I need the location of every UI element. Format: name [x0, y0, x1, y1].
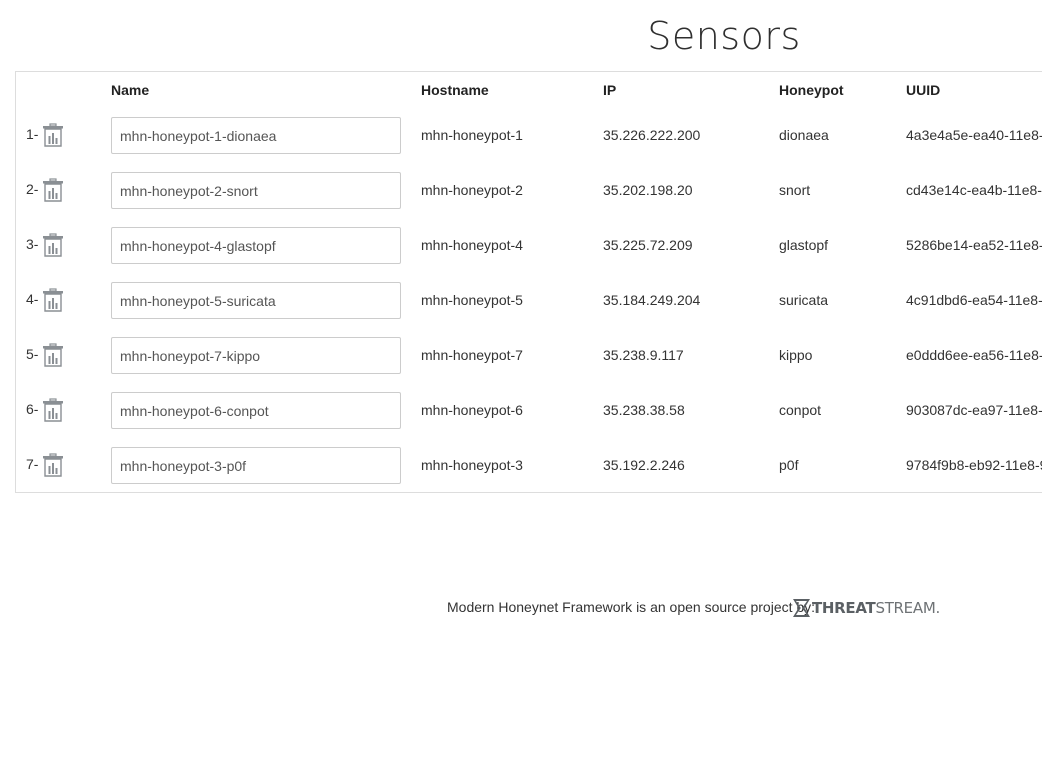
honeypot-cell: glastopf	[779, 237, 829, 253]
uuid-cell: 903087dc-ea97-11e8-	[906, 402, 1042, 418]
table-header: Name Hostname IP Honeypot UUID	[16, 72, 1042, 108]
threatstream-x-icon	[793, 599, 810, 617]
sensors-table: Name Hostname IP Honeypot UUID 1- mhn-hon…	[15, 71, 1042, 493]
hostname-cell: mhn-honeypot-3	[421, 457, 523, 473]
uuid-cell: 9784f9b8-eb92-11e8-9	[906, 457, 1042, 473]
hostname-cell: mhn-honeypot-7	[421, 347, 523, 363]
ip-cell: 35.202.198.20	[603, 182, 693, 198]
trash-icon[interactable]	[42, 233, 64, 257]
table-row: 7- mhn-honeypot-3 35.192.2.246 p0f 9784f9b8-…	[16, 447, 1042, 492]
row-index: 5-	[26, 346, 39, 362]
sensor-name-input[interactable]	[111, 172, 401, 209]
page-title: Sensors	[647, 14, 801, 58]
honeypot-cell: snort	[779, 182, 811, 198]
row-index: 2-	[26, 181, 39, 197]
ip-cell: 35.225.72.209	[603, 237, 693, 253]
logo-light-text: STREAM.	[875, 599, 940, 617]
threatstream-wordmark: THREATSTREAM.	[812, 599, 940, 617]
header-ip: IP	[603, 82, 617, 98]
row-index: 7-	[26, 456, 39, 472]
uuid-cell: 5286be14-ea52-11e8-	[906, 237, 1042, 253]
trash-icon[interactable]	[42, 178, 64, 202]
uuid-cell: cd43e14c-ea4b-11e8-	[906, 182, 1042, 198]
header-honeypot: Honeypot	[779, 82, 844, 98]
ip-cell: 35.238.9.117	[603, 347, 684, 363]
row-index: 6-	[26, 401, 39, 417]
uuid-cell: e0ddd6ee-ea56-11e8-	[906, 347, 1042, 363]
table-row: 3- mhn-honeypot-4 35.225.72.209 glastopf 528…	[16, 227, 1042, 282]
logo-bold-text: THREAT	[812, 599, 876, 617]
honeypot-cell: suricata	[779, 292, 829, 308]
table-row: 6- mhn-honeypot-6 35.238.38.58 conpot 903087…	[16, 392, 1042, 447]
row-index: 1-	[26, 126, 39, 142]
table-row: 5- mhn-honeypot-7 35.238.9.117 kippo e0ddd6e…	[16, 337, 1042, 392]
header-hostname: Hostname	[421, 82, 489, 98]
header-name: Name	[111, 82, 150, 98]
honeypot-cell: conpot	[779, 402, 822, 418]
uuid-cell: 4a3e4a5e-ea40-11e8-	[906, 127, 1042, 143]
sensor-name-input[interactable]	[111, 227, 401, 264]
table-row: 4- mhn-honeypot-5 35.184.249.204 suricata 4c…	[16, 282, 1042, 337]
honeypot-cell: dionaea	[779, 127, 829, 143]
trash-icon[interactable]	[42, 123, 64, 147]
row-index: 4-	[26, 291, 39, 307]
sensor-name-input[interactable]	[111, 337, 401, 374]
hostname-cell: mhn-honeypot-6	[421, 402, 523, 418]
sensor-name-input[interactable]	[111, 447, 401, 484]
trash-icon[interactable]	[42, 453, 64, 477]
table-row: 2- mhn-honeypot-2 35.202.198.20 snort cd43e1…	[16, 172, 1042, 227]
hostname-cell: mhn-honeypot-5	[421, 292, 523, 308]
table-row: 1- mhn-honeypot-1 35.226.222.200 dionaea 4a3…	[16, 117, 1042, 172]
footer-text: Modern Honeynet Framework is an open sou…	[447, 599, 816, 615]
ip-cell: 35.184.249.204	[603, 292, 701, 308]
sensor-name-input[interactable]	[111, 117, 401, 154]
row-index: 3-	[26, 236, 39, 252]
hostname-cell: mhn-honeypot-4	[421, 237, 523, 253]
trash-icon[interactable]	[42, 398, 64, 422]
sensor-name-input[interactable]	[111, 282, 401, 319]
hostname-cell: mhn-honeypot-2	[421, 182, 523, 198]
trash-icon[interactable]	[42, 343, 64, 367]
header-uuid: UUID	[906, 82, 941, 98]
trash-icon[interactable]	[42, 288, 64, 312]
ip-cell: 35.238.38.58	[603, 402, 685, 418]
sensor-name-input[interactable]	[111, 392, 401, 429]
ip-cell: 35.192.2.246	[603, 457, 685, 473]
threatstream-logo[interactable]: THREATSTREAM.	[792, 596, 940, 620]
uuid-cell: 4c91dbd6-ea54-11e8-	[906, 292, 1042, 308]
honeypot-cell: kippo	[779, 347, 813, 363]
honeypot-cell: p0f	[779, 457, 799, 473]
ip-cell: 35.226.222.200	[603, 127, 701, 143]
hostname-cell: mhn-honeypot-1	[421, 127, 523, 143]
